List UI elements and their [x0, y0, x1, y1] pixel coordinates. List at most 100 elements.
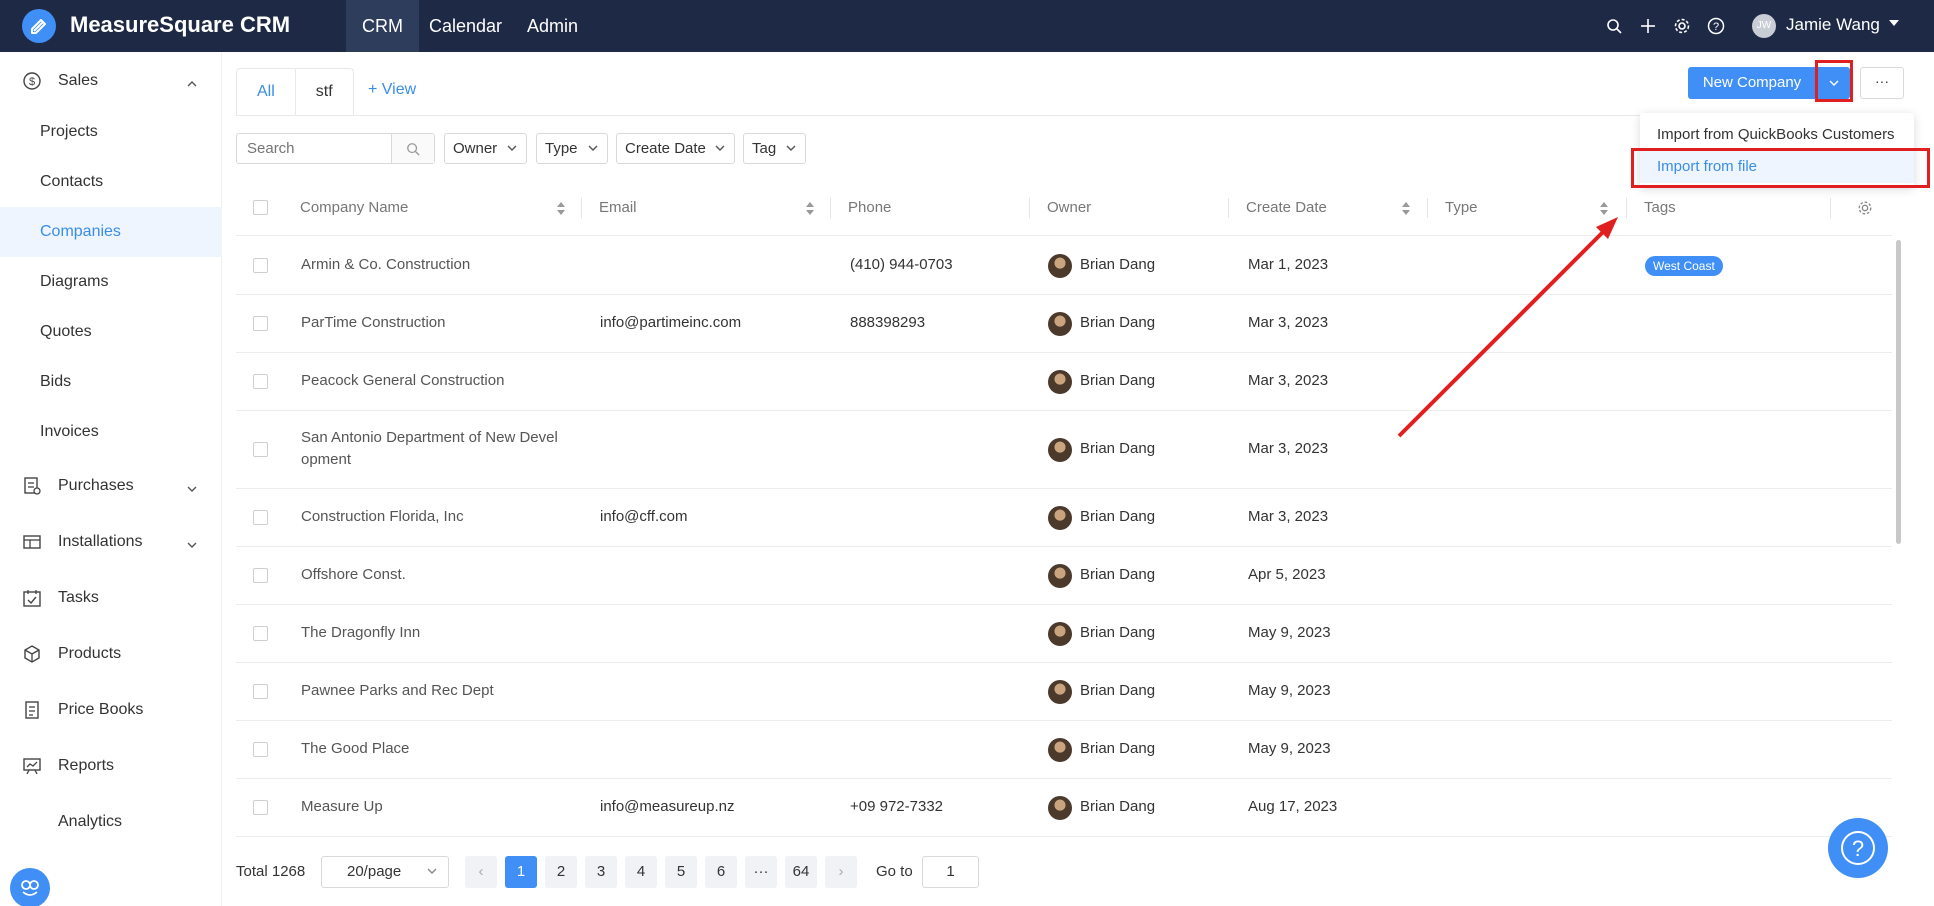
chatbot-icon[interactable]: [10, 868, 50, 906]
column-header-type[interactable]: Type: [1445, 180, 1478, 236]
table-row[interactable]: Armin & Co. Construction (410) 944-0703 …: [236, 237, 1892, 295]
cell-company[interactable]: Armin & Co. Construction: [301, 256, 470, 273]
sidebar-item-reports[interactable]: Reports: [0, 741, 222, 791]
cell-company[interactable]: Construction Florida, Inc: [301, 508, 464, 525]
page-button[interactable]: 2: [545, 856, 577, 888]
sidebar-item-quotes[interactable]: Quotes: [0, 307, 222, 357]
brand-logo-icon[interactable]: [22, 9, 56, 43]
more-actions-button[interactable]: ···: [1860, 67, 1904, 99]
sort-icon[interactable]: [557, 202, 565, 215]
owner-filter[interactable]: Owner: [444, 133, 527, 164]
tab-stf[interactable]: stf: [296, 69, 353, 115]
table-row[interactable]: Measure Up info@measureup.nz +09 972-733…: [236, 779, 1892, 837]
nav-tab-admin[interactable]: Admin: [511, 0, 594, 52]
cell-company[interactable]: The Dragonfly Inn: [301, 624, 420, 641]
cell-company[interactable]: Measure Up: [301, 798, 383, 815]
user-name[interactable]: Jamie Wang: [1786, 15, 1880, 35]
nav-tab-crm[interactable]: CRM: [346, 0, 419, 52]
row-checkbox[interactable]: [253, 316, 268, 331]
next-page-button[interactable]: ›: [825, 856, 857, 888]
sort-icon[interactable]: [1600, 202, 1608, 215]
create-date-filter[interactable]: Create Date: [616, 133, 735, 164]
help-fab-icon[interactable]: ?: [1828, 818, 1888, 878]
table-row[interactable]: The Good Place Brian Dang May 9, 2023: [236, 721, 1892, 779]
new-company-dropdown-button[interactable]: [1818, 67, 1850, 99]
plus-icon[interactable]: [1637, 15, 1659, 37]
table-row[interactable]: Offshore Const. Brian Dang Apr 5, 2023: [236, 547, 1892, 605]
row-checkbox[interactable]: [253, 626, 268, 641]
cell-company[interactable]: Offshore Const.: [301, 566, 406, 583]
prev-page-button[interactable]: ‹: [465, 856, 497, 888]
row-checkbox[interactable]: [253, 568, 268, 583]
sidebar-item-diagrams[interactable]: Diagrams: [0, 257, 222, 307]
row-checkbox[interactable]: [253, 258, 268, 273]
page-button[interactable]: 64: [785, 856, 817, 888]
page-button[interactable]: 3: [585, 856, 617, 888]
table-scrollbar[interactable]: [1896, 240, 1901, 544]
table-row[interactable]: San Antonio Department of New Devel opme…: [236, 411, 1892, 489]
page-button[interactable]: 1: [505, 856, 537, 888]
sidebar-item-projects[interactable]: Projects: [0, 107, 222, 157]
nav-tab-calendar[interactable]: Calendar: [413, 0, 518, 52]
search-input[interactable]: [237, 134, 391, 163]
gear-icon[interactable]: [1671, 15, 1693, 37]
sidebar-group-sales[interactable]: $ Sales: [0, 56, 222, 106]
tag-filter[interactable]: Tag: [743, 133, 806, 164]
cell-company-line2[interactable]: opment: [301, 451, 351, 468]
column-header-create-date[interactable]: Create Date: [1246, 180, 1327, 236]
cell-create-date: Mar 3, 2023: [1248, 372, 1329, 389]
table-header: Company Name Email Phone Owner Create Da…: [236, 180, 1892, 236]
sidebar-group-installations[interactable]: Installations: [0, 517, 222, 567]
row-checkbox[interactable]: [253, 800, 268, 815]
select-all-checkbox[interactable]: [253, 200, 268, 215]
user-menu-caret-icon[interactable]: [1889, 20, 1899, 26]
search-button[interactable]: [391, 134, 434, 163]
cell-company[interactable]: San Antonio Department of New Devel: [301, 429, 558, 446]
sidebar-item-price-books[interactable]: Price Books: [0, 685, 222, 735]
view-tabs: All stf: [236, 68, 354, 115]
page-button[interactable]: 6: [705, 856, 737, 888]
table-row[interactable]: Peacock General Construction Brian Dang …: [236, 353, 1892, 411]
row-checkbox[interactable]: [253, 742, 268, 757]
help-icon[interactable]: ?: [1705, 15, 1727, 37]
sort-icon[interactable]: [1402, 202, 1410, 215]
table-row[interactable]: ParTime Construction info@partimeinc.com…: [236, 295, 1892, 353]
cell-company[interactable]: Peacock General Construction: [301, 372, 504, 389]
row-checkbox[interactable]: [253, 442, 268, 457]
page-ellipsis-button[interactable]: ···: [745, 856, 777, 888]
new-company-button[interactable]: New Company: [1688, 67, 1816, 99]
goto-page-input[interactable]: 1: [922, 856, 979, 888]
cell-company[interactable]: The Good Place: [301, 740, 409, 757]
sidebar-item-bids[interactable]: Bids: [0, 357, 222, 407]
table-row[interactable]: Construction Florida, Inc info@cff.com B…: [236, 489, 1892, 547]
tab-all[interactable]: All: [237, 69, 296, 115]
menu-item-import-file[interactable]: Import from file: [1640, 151, 1914, 183]
table-row[interactable]: Pawnee Parks and Rec Dept Brian Dang May…: [236, 663, 1892, 721]
user-avatar[interactable]: JW: [1752, 14, 1776, 38]
page-button[interactable]: 5: [665, 856, 697, 888]
search-icon[interactable]: [1603, 15, 1625, 37]
row-checkbox[interactable]: [253, 684, 268, 699]
menu-item-import-quickbooks[interactable]: Import from QuickBooks Customers: [1640, 119, 1914, 151]
page-button[interactable]: 4: [625, 856, 657, 888]
cell-company[interactable]: Pawnee Parks and Rec Dept: [301, 682, 494, 699]
add-view-button[interactable]: + View: [368, 81, 416, 99]
sort-icon[interactable]: [806, 202, 814, 215]
sidebar-item-analytics[interactable]: Analytics: [0, 797, 222, 847]
row-checkbox[interactable]: [253, 374, 268, 389]
sidebar-item-tasks[interactable]: Tasks: [0, 573, 222, 623]
column-header-email[interactable]: Email: [599, 180, 637, 236]
column-settings-gear-icon[interactable]: [1857, 200, 1873, 216]
table-row[interactable]: The Dragonfly Inn Brian Dang May 9, 2023: [236, 605, 1892, 663]
type-filter[interactable]: Type: [536, 133, 608, 164]
column-header-company[interactable]: Company Name: [300, 180, 408, 236]
page-size-select[interactable]: 20/page: [321, 856, 449, 888]
sidebar-item-invoices[interactable]: Invoices: [0, 407, 222, 457]
divider: [581, 198, 582, 218]
row-checkbox[interactable]: [253, 510, 268, 525]
sidebar-item-companies[interactable]: Companies: [0, 207, 222, 257]
sidebar-group-purchases[interactable]: Purchases: [0, 461, 222, 511]
sidebar-item-contacts[interactable]: Contacts: [0, 157, 222, 207]
sidebar-item-products[interactable]: Products: [0, 629, 222, 679]
cell-company[interactable]: ParTime Construction: [301, 314, 446, 331]
